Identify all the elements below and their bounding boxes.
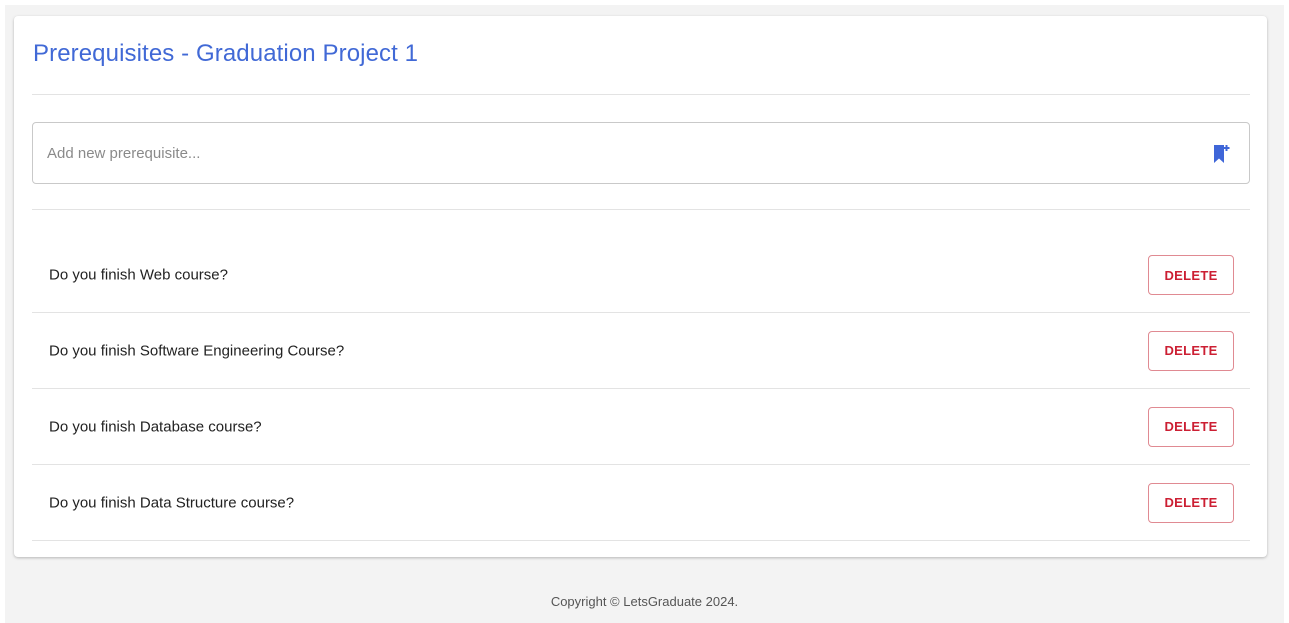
delete-button[interactable]: DELETE bbox=[1148, 482, 1234, 523]
list-item: Do you finish Data Structure course? DEL… bbox=[32, 465, 1250, 541]
list-item: Do you finish Database course? DELETE bbox=[32, 389, 1250, 465]
new-prerequisite-field bbox=[32, 122, 1250, 184]
prerequisite-text: Do you finish Software Engineering Cours… bbox=[49, 342, 345, 359]
new-prerequisite-input[interactable] bbox=[33, 123, 1249, 183]
input-divider bbox=[32, 209, 1250, 210]
title-divider bbox=[32, 94, 1250, 95]
prerequisite-text: Do you finish Web course? bbox=[49, 266, 228, 284]
prerequisite-text: Do you finish Database course? bbox=[49, 418, 262, 435]
prerequisites-card: Prerequisites - Graduation Project 1 Do … bbox=[14, 16, 1267, 557]
prerequisite-list: Do you finish Web course? DELETE Do you … bbox=[32, 238, 1250, 541]
delete-button[interactable]: DELETE bbox=[1148, 330, 1234, 371]
bookmark-plus-icon[interactable] bbox=[1213, 144, 1231, 164]
footer-copyright: Copyright © LetsGraduate 2024. bbox=[550, 594, 739, 609]
list-item: Do you finish Web course? DELETE bbox=[32, 238, 1250, 313]
page-title: Prerequisites - Graduation Project 1 bbox=[33, 40, 419, 67]
prerequisite-text: Do you finish Data Structure course? bbox=[49, 494, 295, 511]
delete-button[interactable]: DELETE bbox=[1148, 255, 1234, 295]
delete-button[interactable]: DELETE bbox=[1148, 406, 1234, 447]
list-item: Do you finish Software Engineering Cours… bbox=[32, 313, 1250, 389]
